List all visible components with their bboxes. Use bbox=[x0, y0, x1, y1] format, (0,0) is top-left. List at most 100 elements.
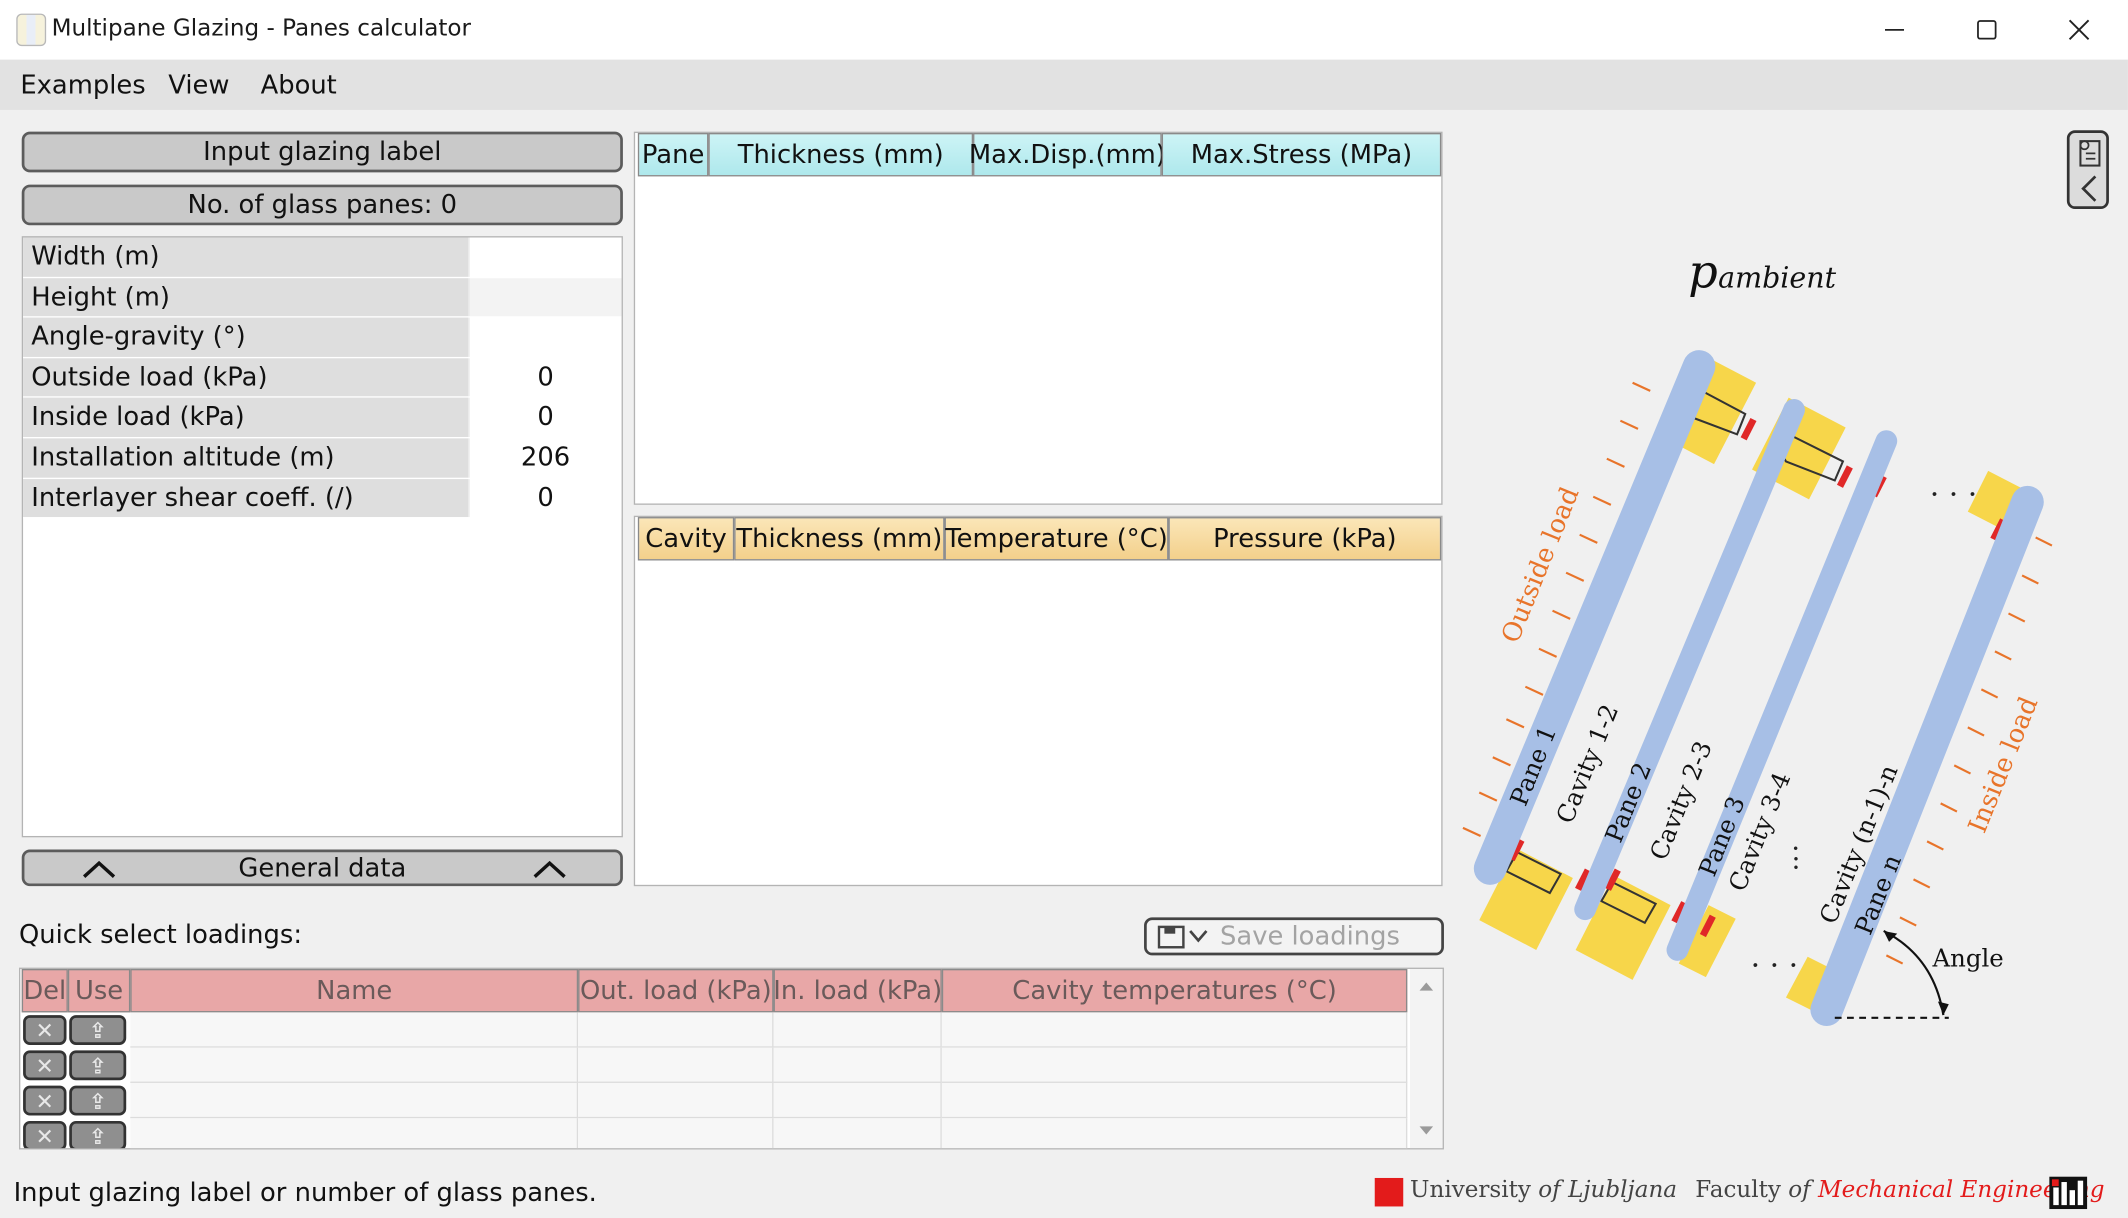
vertical-scrollbar[interactable] bbox=[1410, 968, 1443, 1149]
upload-icon: ⇪ bbox=[88, 1017, 107, 1043]
chevron-up-icon bbox=[82, 860, 116, 878]
glazing-label-button[interactable]: Input glazing label bbox=[21, 131, 623, 173]
col-out-load[interactable]: Out. load (kPa) bbox=[578, 968, 774, 1013]
col-thickness[interactable]: Thickness (mm) bbox=[708, 132, 974, 177]
in-load-cell[interactable] bbox=[773, 1118, 942, 1149]
property-row: Outside load (kPa) 0 bbox=[23, 357, 622, 399]
name-cell[interactable] bbox=[130, 1118, 579, 1149]
upload-icon: ⇪ bbox=[88, 1087, 107, 1114]
width-field[interactable] bbox=[468, 237, 622, 277]
menu-bar: Examples View About bbox=[0, 59, 2128, 110]
name-cell[interactable] bbox=[130, 1082, 579, 1119]
use-button[interactable]: ⇪ bbox=[69, 1085, 127, 1116]
outside-load-field[interactable]: 0 bbox=[468, 357, 622, 397]
cavity-table: Cavity Thickness (mm) Temperature (°C) P… bbox=[633, 515, 1443, 887]
col-name[interactable]: Name bbox=[130, 968, 579, 1013]
svg-text:. . .: . . . bbox=[1751, 939, 1798, 974]
inside-load-field[interactable]: 0 bbox=[468, 398, 622, 437]
svg-text:·: · bbox=[1791, 834, 1800, 865]
of-word: of bbox=[1538, 1176, 1561, 1204]
table-row: ✕ ⇪ bbox=[20, 1047, 1408, 1083]
property-label: Installation altitude (m) bbox=[23, 438, 469, 478]
general-data-toggle[interactable]: General data bbox=[21, 849, 623, 887]
altitude-field[interactable]: 206 bbox=[468, 438, 622, 478]
use-button[interactable]: ⇪ bbox=[69, 1050, 127, 1081]
svg-text:. . .: . . . bbox=[1930, 468, 1977, 503]
property-label: Inside load (kPa) bbox=[23, 398, 469, 437]
use-button[interactable]: ⇪ bbox=[69, 1015, 127, 1045]
delete-button[interactable]: ✕ bbox=[23, 1085, 67, 1116]
col-pane[interactable]: Pane bbox=[637, 132, 709, 177]
in-load-cell[interactable] bbox=[773, 1082, 942, 1119]
property-row: Interlayer shear coeff. (/) 0 bbox=[23, 478, 622, 519]
use-button[interactable]: ⇪ bbox=[69, 1120, 127, 1149]
shear-coeff-field[interactable]: 0 bbox=[468, 478, 622, 518]
minimize-button[interactable] bbox=[1848, 0, 1940, 60]
p-subscript: ambient bbox=[1718, 262, 1837, 295]
university-word: University bbox=[1410, 1176, 1531, 1204]
glass-panes-button[interactable]: No. of glass panes: 0 bbox=[21, 184, 623, 226]
side-panel-toggle[interactable] bbox=[2066, 130, 2109, 209]
angle-gravity-field[interactable] bbox=[468, 317, 622, 357]
name-cell[interactable] bbox=[130, 1012, 579, 1048]
cavity-temps-cell[interactable] bbox=[941, 1047, 1408, 1083]
col-in-load[interactable]: In. load (kPa) bbox=[773, 968, 942, 1013]
property-label: Angle-gravity (°) bbox=[23, 317, 469, 357]
out-load-cell[interactable] bbox=[578, 1047, 774, 1083]
menu-view[interactable]: View bbox=[168, 71, 229, 101]
scroll-up-icon[interactable] bbox=[1418, 980, 1434, 994]
menu-examples[interactable]: Examples bbox=[20, 71, 145, 101]
maximize-button[interactable] bbox=[1941, 0, 2033, 60]
cavity-temps-cell[interactable] bbox=[941, 1082, 1408, 1119]
height-field[interactable] bbox=[468, 277, 622, 317]
col-pressure[interactable]: Pressure (kPa) bbox=[1168, 517, 1442, 561]
minimize-icon bbox=[1885, 28, 1905, 31]
panes-table: Pane Thickness (mm) Max.Disp.(mm) Max.St… bbox=[633, 131, 1443, 505]
p-symbol: p bbox=[1688, 245, 1718, 299]
col-cavity[interactable]: Cavity bbox=[637, 517, 735, 561]
window-title: Multipane Glazing - Panes calculator bbox=[51, 14, 472, 43]
property-grid: Width (m) Height (m) Angle-gravity (°) O… bbox=[21, 236, 623, 838]
pane-1-label: Pane 1 bbox=[1504, 722, 1562, 810]
title-bar: Multipane Glazing - Panes calculator bbox=[0, 0, 2128, 60]
inside-load-arrows bbox=[1885, 536, 2053, 965]
col-cavity-temps[interactable]: Cavity temperatures (°C) bbox=[941, 968, 1408, 1013]
col-temperature[interactable]: Temperature (°C) bbox=[944, 517, 1169, 561]
property-row: Width (m) bbox=[23, 237, 622, 278]
property-label: Width (m) bbox=[23, 237, 469, 277]
pane-2-label: Pane 2 bbox=[1599, 758, 1657, 846]
scroll-down-icon[interactable] bbox=[1418, 1124, 1434, 1138]
property-label: Interlayer shear coeff. (/) bbox=[23, 478, 469, 518]
cavity-temps-cell[interactable] bbox=[941, 1118, 1408, 1149]
property-label: Height (m) bbox=[23, 277, 469, 317]
loadings-title: Quick select loadings: bbox=[18, 920, 303, 950]
ljubljana-word: Ljubljana bbox=[1568, 1176, 1678, 1204]
col-cavity-thickness[interactable]: Thickness (mm) bbox=[734, 517, 945, 561]
col-max-stress[interactable]: Max.Stress (MPa) bbox=[1161, 132, 1442, 177]
upload-icon: ⇪ bbox=[88, 1123, 107, 1149]
col-del[interactable]: Del bbox=[21, 968, 68, 1013]
outside-load-label: Outside load bbox=[1496, 483, 1586, 647]
app-icon bbox=[16, 13, 47, 47]
col-use[interactable]: Use bbox=[67, 968, 131, 1013]
in-load-cell[interactable] bbox=[773, 1012, 942, 1048]
status-bar: Input glazing label or number of glass p… bbox=[0, 1169, 2128, 1218]
university-logo-icon bbox=[1374, 1177, 1404, 1207]
close-button[interactable] bbox=[2033, 0, 2125, 60]
delete-button[interactable]: ✕ bbox=[23, 1120, 67, 1149]
menu-about[interactable]: About bbox=[261, 71, 337, 101]
university-credit: University of Ljubljana Faculty of Mecha… bbox=[1410, 1177, 2105, 1204]
out-load-cell[interactable] bbox=[578, 1118, 774, 1149]
save-loadings-button[interactable]: Save loadings bbox=[1144, 917, 1444, 956]
name-cell[interactable] bbox=[130, 1047, 579, 1083]
in-load-cell[interactable] bbox=[773, 1047, 942, 1083]
chevron-up-icon bbox=[533, 860, 566, 878]
out-load-cell[interactable] bbox=[578, 1012, 774, 1048]
delete-button[interactable]: ✕ bbox=[23, 1050, 67, 1081]
out-load-cell[interactable] bbox=[578, 1082, 774, 1119]
property-row: Inside load (kPa) 0 bbox=[23, 398, 622, 439]
col-max-disp[interactable]: Max.Disp.(mm) bbox=[969, 132, 1166, 177]
general-data-label: General data bbox=[238, 852, 407, 883]
cavity-temps-cell[interactable] bbox=[941, 1012, 1408, 1048]
delete-button[interactable]: ✕ bbox=[23, 1015, 67, 1045]
